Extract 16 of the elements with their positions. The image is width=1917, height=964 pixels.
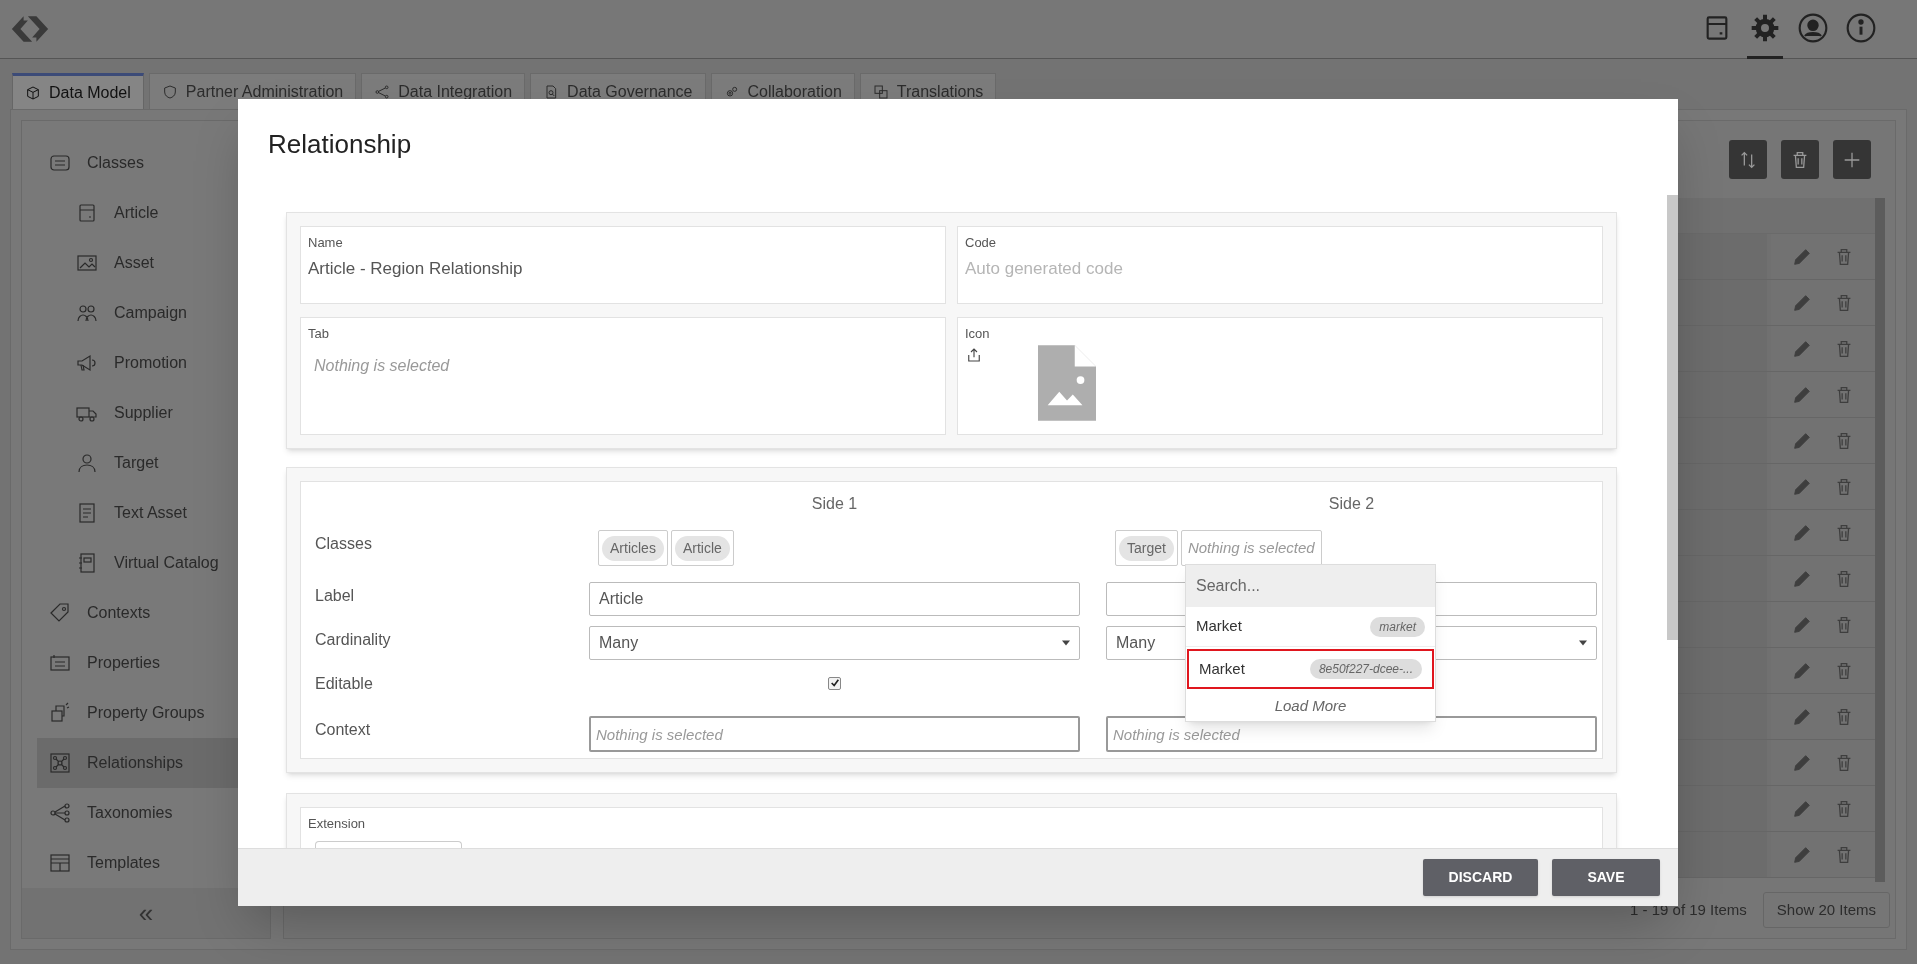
option-tag: market: [1370, 616, 1425, 637]
row-label: Editable: [315, 674, 373, 694]
row-label: Label: [315, 586, 355, 606]
option-tag: 8e50f227-dcee-...: [1309, 659, 1422, 679]
field-label: Icon: [965, 326, 991, 342]
row-label: Cardinality: [315, 630, 391, 650]
column-header: Side 2: [1328, 494, 1375, 514]
option-label: Market: [1199, 658, 1245, 679]
select-value: Many: [1116, 633, 1156, 653]
row-label: Context: [315, 720, 371, 740]
dialog-title: Relationship: [268, 131, 412, 157]
field-label: Extension: [308, 815, 367, 833]
row-label: Classes: [315, 534, 372, 554]
column-header: Side 1: [811, 494, 858, 514]
select-value: Many: [599, 633, 639, 653]
field-label: Tab: [308, 326, 330, 342]
